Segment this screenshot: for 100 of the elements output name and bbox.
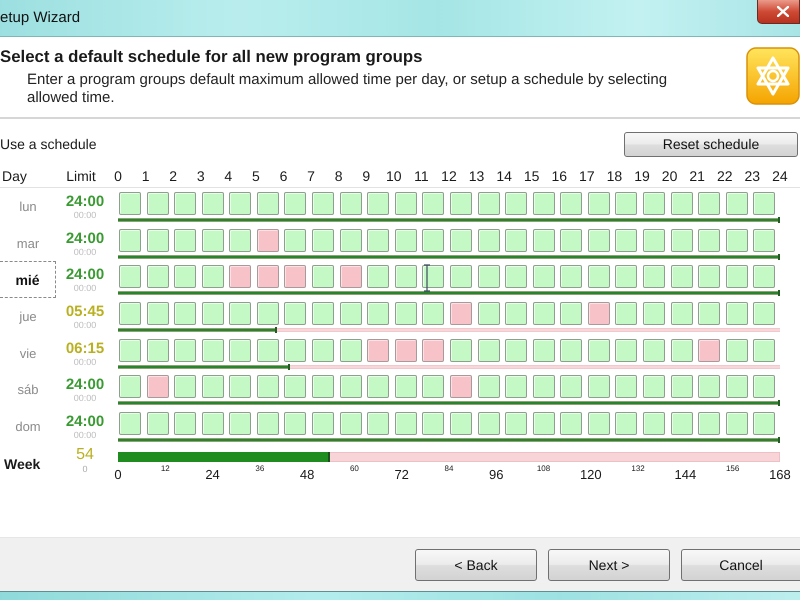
hour-cell[interactable] — [478, 192, 500, 215]
hour-cell[interactable] — [340, 412, 362, 436]
hour-cell[interactable] — [726, 338, 748, 362]
hour-cell[interactable] — [229, 192, 252, 215]
hour-cell[interactable] — [478, 338, 500, 362]
hour-cell[interactable] — [560, 338, 582, 362]
reset-schedule-button[interactable]: Reset schedule — [624, 132, 798, 156]
hour-cell[interactable] — [202, 228, 224, 252]
hour-cell[interactable] — [560, 412, 582, 436]
hour-cell[interactable] — [229, 265, 252, 288]
hour-cell[interactable] — [670, 228, 693, 252]
hour-cell[interactable] — [450, 228, 472, 252]
hour-cell[interactable] — [698, 338, 720, 362]
hour-cell[interactable] — [394, 265, 417, 288]
hour-cell[interactable] — [146, 302, 169, 326]
hour-cell[interactable] — [174, 412, 196, 436]
day-label[interactable]: lun — [0, 188, 56, 225]
hour-cell[interactable] — [642, 375, 665, 398]
hour-cell[interactable] — [698, 265, 720, 288]
hour-cell[interactable] — [642, 192, 665, 215]
hour-cell[interactable] — [422, 302, 444, 326]
hour-cell[interactable] — [229, 412, 252, 436]
hour-cell[interactable] — [229, 375, 252, 398]
hour-cell[interactable] — [202, 265, 224, 288]
hour-cell[interactable] — [505, 375, 528, 398]
day-label[interactable]: sáb — [0, 371, 56, 408]
hour-cell[interactable] — [312, 375, 334, 398]
hour-cell[interactable] — [422, 192, 444, 215]
hour-cell[interactable] — [202, 302, 224, 326]
hour-cell[interactable] — [202, 338, 224, 362]
hour-cell[interactable] — [312, 338, 334, 362]
hour-cell[interactable] — [394, 338, 417, 362]
hour-cell[interactable] — [698, 228, 720, 252]
day-label[interactable]: vie — [0, 334, 56, 372]
hour-cell[interactable] — [698, 192, 720, 215]
hour-cell[interactable] — [284, 228, 306, 252]
hour-cell[interactable] — [119, 338, 141, 362]
hour-cell[interactable] — [340, 375, 362, 398]
hour-cell[interactable] — [532, 338, 555, 362]
hour-cell[interactable] — [256, 265, 279, 288]
hour-cell[interactable] — [174, 265, 196, 288]
hour-cell[interactable] — [394, 412, 417, 436]
hour-cell[interactable] — [532, 228, 555, 252]
hour-cell[interactable] — [560, 375, 582, 398]
hour-cell[interactable] — [367, 265, 390, 288]
hour-cell[interactable] — [726, 265, 748, 288]
hour-cell[interactable] — [753, 228, 776, 252]
hour-cell[interactable] — [726, 375, 748, 398]
hour-cell[interactable] — [450, 412, 472, 436]
hour-cell[interactable] — [422, 338, 444, 362]
hour-cell[interactable] — [588, 265, 610, 288]
back-button[interactable]: < Back — [415, 548, 537, 580]
hour-cell[interactable] — [312, 412, 334, 436]
hour-cell[interactable] — [422, 412, 444, 436]
hour-cell[interactable] — [642, 412, 665, 436]
hour-cell[interactable] — [394, 192, 417, 215]
hour-cell[interactable] — [588, 302, 610, 326]
hour-cell[interactable] — [394, 302, 417, 326]
hour-cell[interactable] — [340, 192, 362, 215]
hour-cell[interactable] — [312, 192, 334, 215]
hour-cell[interactable] — [284, 302, 306, 326]
hour-cell[interactable] — [642, 228, 665, 252]
hour-cell[interactable] — [615, 265, 638, 288]
hour-cell[interactable] — [505, 228, 528, 252]
hour-cell[interactable] — [422, 375, 444, 398]
hour-cell[interactable] — [726, 192, 748, 215]
hour-cell[interactable] — [478, 265, 500, 288]
hour-cell[interactable] — [560, 265, 582, 288]
hour-cell[interactable] — [174, 338, 196, 362]
hour-cell[interactable] — [532, 265, 555, 288]
day-label[interactable]: mar — [0, 224, 56, 262]
hour-cell[interactable] — [670, 375, 693, 398]
hour-cell[interactable] — [505, 265, 528, 288]
hour-cell[interactable] — [256, 302, 279, 326]
close-button[interactable] — [757, 0, 800, 24]
hour-cell[interactable] — [340, 338, 362, 362]
hour-cell[interactable] — [450, 302, 472, 326]
hour-cell[interactable] — [229, 228, 252, 252]
hour-cell[interactable] — [119, 302, 141, 326]
hour-cell[interactable] — [146, 375, 169, 398]
hour-cell[interactable] — [753, 375, 776, 398]
hour-cell[interactable] — [615, 302, 638, 326]
hour-cell[interactable] — [229, 338, 252, 362]
hour-cell[interactable] — [202, 192, 224, 215]
hour-cell[interactable] — [367, 228, 390, 252]
hour-cell[interactable] — [422, 265, 444, 288]
hour-cell[interactable] — [229, 302, 252, 326]
cancel-button[interactable]: Cancel — [681, 548, 800, 580]
hour-cell[interactable] — [367, 192, 390, 215]
hour-cell[interactable] — [450, 375, 472, 398]
day-label[interactable]: mié — [0, 261, 56, 298]
hour-cell[interactable] — [670, 338, 693, 362]
hour-cell[interactable] — [312, 228, 334, 252]
hour-cell[interactable] — [146, 265, 169, 288]
hour-cell[interactable] — [450, 192, 472, 215]
hour-cell[interactable] — [532, 192, 555, 215]
hour-cell[interactable] — [670, 265, 693, 288]
hour-cell[interactable] — [670, 302, 693, 326]
hour-cell[interactable] — [284, 338, 306, 362]
hour-cell[interactable] — [146, 412, 169, 436]
